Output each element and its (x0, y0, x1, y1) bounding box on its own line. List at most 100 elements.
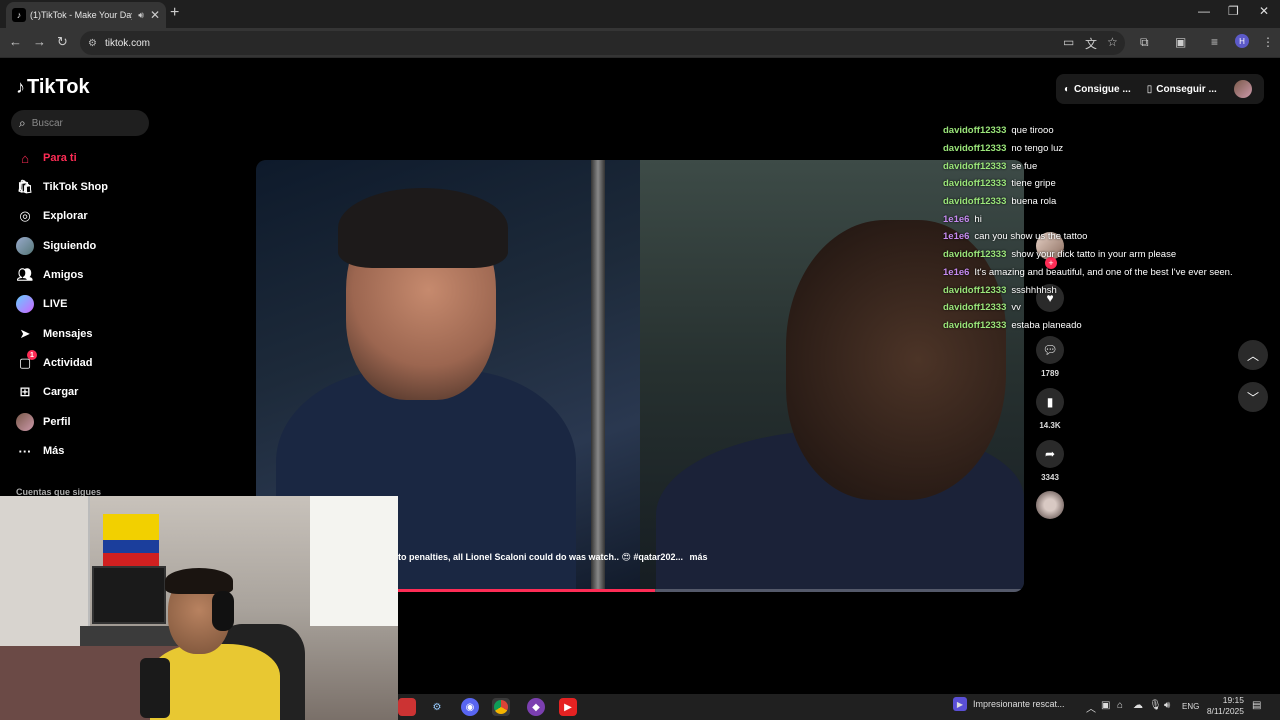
translate-icon[interactable]: 文 (1085, 35, 1097, 52)
save-action[interactable]: ▮ 14.3K (1036, 388, 1064, 430)
tiktok-logo[interactable]: ♪ TikTok (16, 76, 90, 99)
get-app-button[interactable]: ▯ Conseguir ... (1147, 84, 1217, 95)
chat-username: davidoff12333 (943, 284, 1007, 296)
chat-username: davidoff12333 (943, 125, 1007, 137)
shop-icon: 🛍︎ (16, 179, 34, 194)
tiktok-note-icon: ♪ (16, 77, 25, 97)
menu-kebab-icon[interactable]: ⋮ (1262, 35, 1274, 49)
next-video-button[interactable]: ﹀ (1238, 382, 1268, 412)
podcast-icon[interactable]: ◆ (527, 698, 545, 716)
more-link[interactable]: más (689, 552, 707, 562)
tray-app-icon[interactable]: ▣ (1101, 700, 1110, 711)
share-action[interactable]: ➦ 3343 (1036, 440, 1064, 482)
sidebar-item-mas[interactable]: ··· Más (16, 442, 65, 460)
stream-chat-overlay: davidoff12333 que tirooo davidoff12333 no t… (943, 122, 1273, 334)
back-icon[interactable]: ← (9, 34, 22, 49)
close-window-icon[interactable]: ✕ (1259, 4, 1269, 18)
site-info-icon[interactable]: ⚙ (88, 38, 97, 49)
music-disc[interactable] (1036, 491, 1064, 519)
network-icon[interactable]: ⌂ (1117, 700, 1123, 711)
reload-icon[interactable]: ↻ (57, 34, 68, 50)
sidebar-item-cargar[interactable]: ⊞ Cargar (16, 383, 79, 401)
minimize-icon[interactable]: — (1198, 4, 1210, 18)
sidebar-item-perfil[interactable]: Perfil (16, 413, 71, 431)
more-icon: ··· (18, 443, 32, 459)
notification-text: Impresionante rescat... (973, 699, 1065, 709)
taskbar-notification[interactable]: ▶ Impresionante rescat... (953, 697, 1065, 711)
sidebar-item-label: Mensajes (43, 328, 93, 340)
chat-message: davidoff12333 tiene gripe (943, 175, 1273, 193)
bookmark-icon[interactable]: ▮ (1036, 388, 1064, 416)
mic-icon[interactable]: 🎙︎ (1149, 700, 1162, 711)
comment-icon[interactable]: 💬︎ (1036, 336, 1064, 364)
restore-icon[interactable]: ❐ (1228, 4, 1239, 18)
notification-center-icon[interactable]: ▤ (1252, 700, 1261, 711)
logo-text: TikTok (27, 76, 90, 98)
live-icon (16, 295, 34, 313)
chat-text: It's amazing and beautiful, and one of t… (974, 266, 1233, 278)
chrome-icon[interactable] (492, 698, 510, 716)
caption-text: to penalties, all Lionel Scaloni could d… (398, 552, 683, 562)
volume-icon[interactable]: 🔊︎ (1164, 700, 1170, 711)
coin-icon: ◐ (1064, 83, 1071, 95)
previous-video-button[interactable]: ︿ (1238, 340, 1268, 370)
tab-title: (1)TikTok - Make Your Day (30, 10, 133, 20)
chevron-down-icon: ﹀ (1246, 390, 1259, 405)
chat-message: davidoff12333 ssshhhhsh (943, 281, 1273, 299)
tiktok-favicon-icon: ♪ (12, 8, 26, 22)
comment-action[interactable]: 💬︎ 1789 (1036, 336, 1064, 378)
sidebar-item-label: Siguiendo (43, 240, 97, 252)
app-icon[interactable] (398, 698, 416, 716)
forward-icon[interactable]: → (33, 34, 46, 49)
chat-text: tiene gripe (1011, 178, 1056, 190)
chat-message: 1e1e6 It's amazing and beautiful, and one… (943, 264, 1273, 282)
get-coins-label: Consigue ... (1074, 83, 1131, 95)
sidebar-item-para-ti[interactable]: ⌂ Para ti (16, 149, 77, 167)
cloud-icon[interactable]: ☁ (1133, 700, 1143, 711)
language-indicator[interactable]: ENG (1182, 702, 1199, 711)
address-bar[interactable]: ⚙ tiktok.com (80, 31, 1125, 55)
sidebar-item-label: Explorar (43, 210, 88, 222)
new-tab-button[interactable]: + (170, 4, 179, 22)
get-coins-button[interactable]: ◐ Consigue ... (1064, 84, 1131, 95)
sidebar-item-mensajes[interactable]: ➤ Mensajes (16, 325, 93, 343)
sidebar-item-live[interactable]: LIVE (16, 295, 67, 313)
sidebar-item-siguiendo[interactable]: Siguiendo (16, 237, 96, 255)
clock-time: 19:15 (1222, 695, 1244, 705)
sidebar-item-explorar[interactable]: ◎ Explorar (16, 207, 88, 225)
system-clock[interactable]: 19:15 8/11/2025 (1200, 695, 1244, 717)
discord-icon[interactable]: ◉ (461, 698, 479, 716)
sidebar-item-label: Actividad (43, 357, 93, 369)
chat-username: davidoff12333 (943, 196, 1007, 208)
cast-icon[interactable]: ▭ (1063, 35, 1074, 49)
goal-post (591, 160, 605, 592)
tray-chevron-icon[interactable]: ︿ (1086, 700, 1096, 715)
tab-search-icon[interactable]: ▣ (1175, 35, 1186, 49)
user-avatar[interactable] (1234, 80, 1252, 98)
profile-avatar-icon[interactable]: H (1235, 34, 1249, 48)
sidebar-item-actividad[interactable]: ▢ 1 Actividad (16, 350, 93, 372)
chat-text: que tirooo (1011, 125, 1054, 137)
youtube-icon[interactable]: ▶ (559, 698, 577, 716)
chat-text: can you show us the tattoo (974, 231, 1088, 243)
search-icon: ⌕ (19, 115, 26, 130)
steam-icon[interactable]: ⚙ (428, 698, 446, 716)
sidebar-item-amigos[interactable]: 👥︎ Amigos (16, 266, 84, 284)
window (310, 496, 398, 626)
share-icon[interactable]: ➦ (1036, 440, 1064, 468)
media-control-icon[interactable]: ≡ (1211, 35, 1218, 49)
video-caption: to penalties, all Lionel Scaloni could d… (398, 552, 708, 563)
profile-avatar-icon (16, 413, 34, 431)
headset (212, 591, 234, 631)
share-count: 3343 (1041, 473, 1059, 482)
send-icon: ➤ (19, 326, 31, 341)
browser-tab[interactable]: ♪ (1)TikTok - Make Your Day 🔊︎ ✕ (6, 2, 166, 28)
speaker-icon[interactable]: 🔊︎ (138, 10, 144, 21)
close-tab-icon[interactable]: ✕ (150, 8, 160, 22)
chat-username: 1e1e6 (943, 266, 970, 278)
search-input[interactable]: ⌕ Buscar (11, 110, 149, 136)
sidebar-item-tiktok-shop[interactable]: 🛍︎ TikTok Shop (16, 178, 108, 196)
bookmark-star-icon[interactable]: ☆ (1107, 35, 1118, 49)
extensions-icon[interactable]: ⧉ (1140, 35, 1149, 50)
chat-message: davidoff12333 se fue (943, 157, 1273, 175)
